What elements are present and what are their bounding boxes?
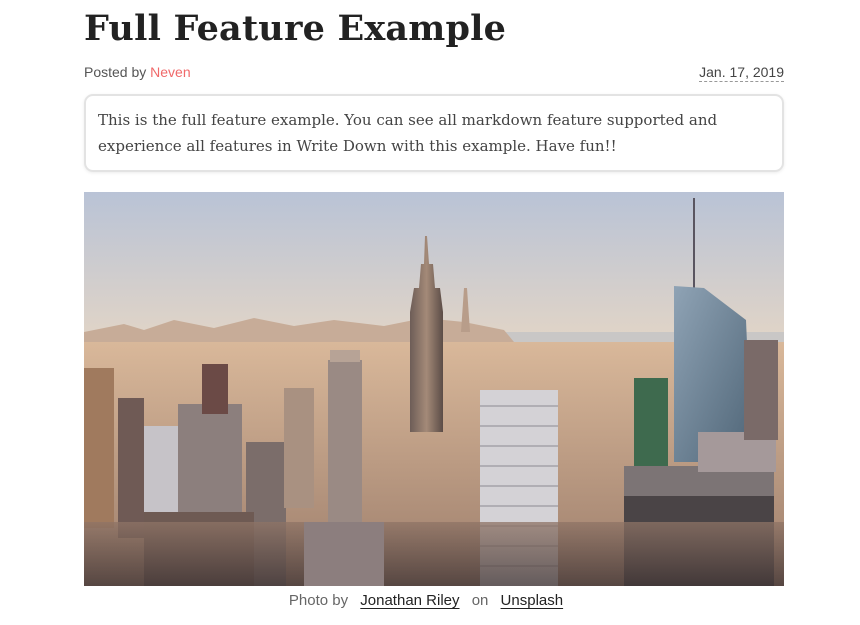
caption-prefix: Photo by (288, 592, 349, 609)
post-page: Full Feature Example Posted by Neven Jan… (0, 0, 860, 625)
unsplash-link[interactable]: Unsplash (501, 592, 564, 609)
post-meta: Posted by Neven Jan. 17, 2019 (84, 64, 784, 84)
photo-caption: Photo by Jonathan Riley on Unsplash (0, 592, 860, 609)
post-date: Jan. 17, 2019 (699, 64, 784, 82)
post-summary: This is the full feature example. You ca… (84, 94, 784, 172)
author-link[interactable]: Neven (150, 64, 190, 80)
city-skyline-photo (84, 192, 784, 586)
photographer-link[interactable]: Jonathan Riley (360, 592, 459, 609)
byline: Posted by Neven (84, 64, 191, 80)
caption-middle: on (471, 592, 489, 609)
post-title: Full Feature Example (84, 8, 507, 49)
posted-by-label: Posted by (84, 64, 147, 80)
